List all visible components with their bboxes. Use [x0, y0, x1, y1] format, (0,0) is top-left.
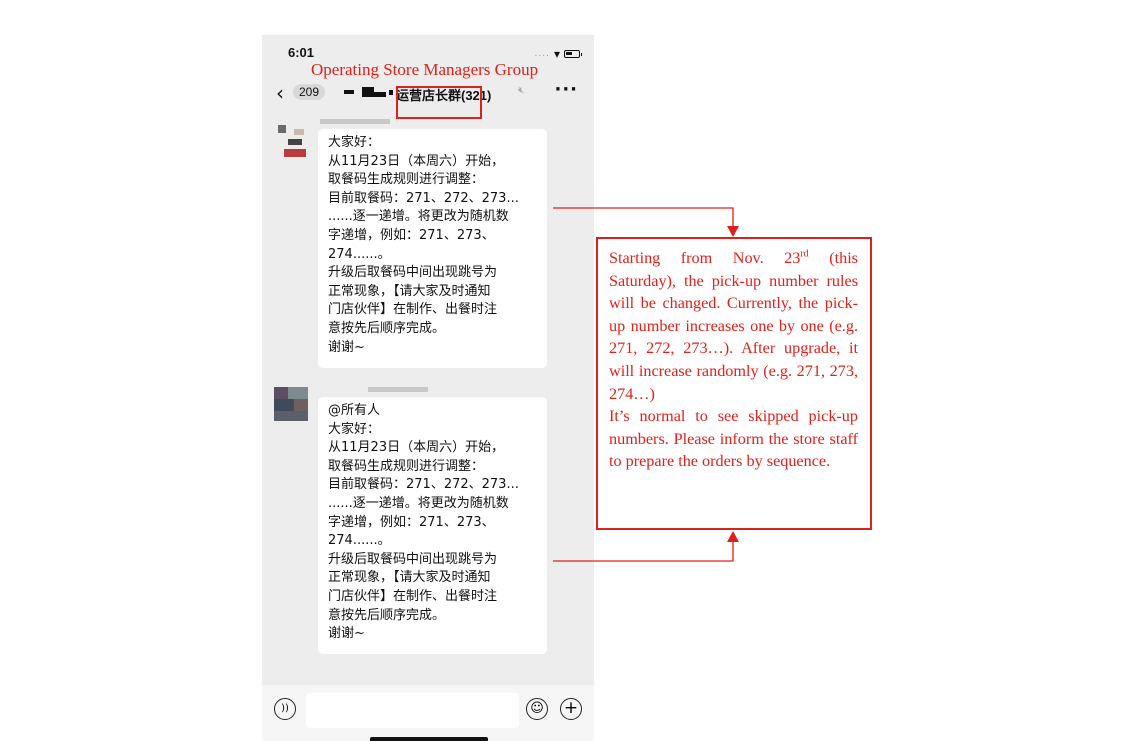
translation-text: Starting from Nov. 23 [609, 249, 801, 267]
annotation-arrows [553, 207, 739, 562]
translation-superscript: rd [800, 248, 809, 260]
translation-box: Starting from Nov. 23rd (this Saturday),… [596, 237, 872, 530]
translation-text: It’s normal to see skipped pick-up numbe… [609, 407, 858, 471]
arrow-line-top [553, 207, 734, 231]
translation-text: (this Saturday), the pick-up number rule… [609, 249, 858, 403]
arrowhead-up [727, 531, 739, 542]
arrowhead-down [727, 226, 739, 237]
arrow-line-bottom [553, 537, 734, 562]
